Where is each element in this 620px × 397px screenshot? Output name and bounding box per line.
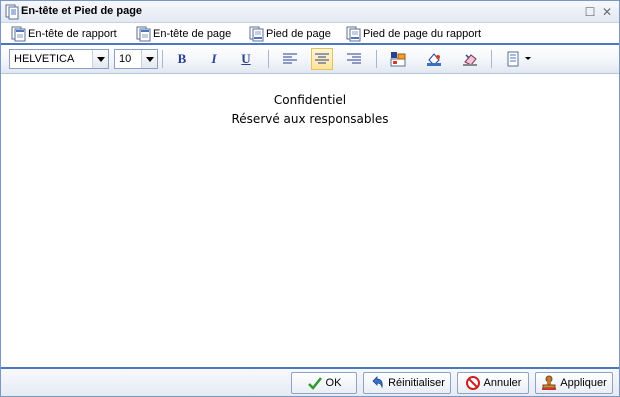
chevron-down-icon[interactable] [92, 50, 108, 68]
page-icon [5, 4, 19, 20]
insert-field-icon [390, 52, 406, 67]
align-left-icon [283, 53, 297, 64]
format-toolbar: HELVETICA 10 B I U [1, 46, 619, 74]
align-right-icon [347, 53, 361, 64]
tab-page-footer[interactable]: Pied de page [249, 25, 331, 43]
bold-button[interactable]: B [171, 48, 193, 70]
toolbar-divider [162, 50, 163, 68]
tab-report-header[interactable]: En-tête de rapport [11, 25, 117, 43]
ok-label: OK [325, 377, 342, 389]
align-center-icon [315, 53, 329, 64]
reset-button[interactable]: Réinitialiser [363, 372, 451, 394]
insert-menu-button[interactable] [501, 48, 535, 70]
undo-arrow-icon [372, 376, 383, 389]
clear-format-button[interactable] [459, 48, 481, 70]
checkmark-icon [307, 377, 322, 390]
tab-label: Pied de page [266, 28, 331, 40]
tab-label: En-tête de rapport [28, 28, 117, 40]
toolbar-divider [268, 50, 269, 68]
tab-label: En-tête de page [153, 28, 232, 40]
insert-field-button[interactable] [387, 48, 409, 70]
italic-button[interactable]: I [203, 48, 225, 70]
editor-line: Confidentiel [273, 93, 347, 107]
tab-label: Pied de page du rapport [363, 28, 482, 40]
close-icon[interactable]: ✕ [601, 6, 613, 18]
header-text-editor[interactable]: Confidentiel Réservé aux responsables [1, 75, 619, 367]
document-icon [507, 51, 518, 67]
page-header-icon [11, 26, 26, 42]
dialog-title: En-tête et Pied de page [21, 5, 143, 17]
font-size-select[interactable]: 10 [114, 49, 158, 69]
reset-label: Réinitialiser [388, 377, 445, 389]
stamp-icon [542, 375, 557, 390]
toolbar-divider [376, 50, 377, 68]
underline-icon: U [241, 51, 251, 66]
page-footer-icon [249, 26, 264, 42]
apply-label: Appliquer [560, 377, 607, 389]
toolbar-divider [491, 50, 492, 68]
page-header-icon [136, 26, 151, 42]
ok-button[interactable]: OK [291, 372, 357, 394]
tab-report-footer[interactable]: Pied de page du rapport [346, 25, 481, 43]
cancel-label: Annuler [483, 377, 522, 389]
fill-color-icon [427, 53, 441, 66]
italic-icon: I [211, 51, 217, 66]
align-right-button[interactable] [343, 48, 365, 70]
align-left-button[interactable] [279, 48, 301, 70]
page-footer-icon [346, 26, 361, 42]
font-size-value: 10 [119, 53, 132, 65]
no-entry-icon [465, 376, 480, 390]
dialog-button-bar: OK Réinitialiser Annuler Appliquer [1, 367, 619, 396]
align-center-button[interactable] [311, 48, 333, 70]
font-family-value: HELVETICA [14, 53, 75, 65]
chevron-down-icon [524, 57, 531, 60]
header-footer-dialog: En-tête et Pied de page ☐ ✕ En-tête de r… [0, 0, 620, 397]
section-tabs: En-tête de rapport En-tête de page Pied … [1, 23, 619, 45]
background-color-button[interactable] [423, 48, 445, 70]
title-bar: En-tête et Pied de page ☐ ✕ [1, 1, 619, 23]
cancel-button[interactable]: Annuler [457, 372, 529, 394]
bold-icon: B [177, 51, 187, 66]
editor-line: Réservé aux responsables [231, 112, 389, 126]
font-family-select[interactable]: HELVETICA [9, 49, 109, 69]
chevron-down-icon[interactable] [141, 50, 157, 68]
maximize-icon[interactable]: ☐ [584, 6, 596, 18]
apply-button[interactable]: Appliquer [535, 372, 613, 394]
eraser-icon [463, 54, 477, 66]
underline-button[interactable]: U [235, 48, 257, 70]
tab-page-header[interactable]: En-tête de page [136, 25, 231, 43]
